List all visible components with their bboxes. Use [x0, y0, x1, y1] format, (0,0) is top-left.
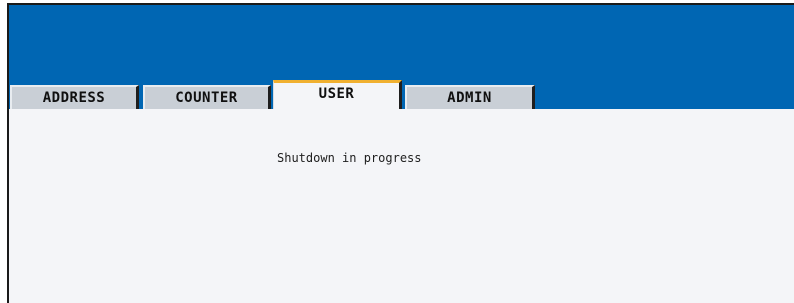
- tab-counter[interactable]: COUNTER: [143, 85, 271, 109]
- tab-admin[interactable]: ADMIN: [405, 85, 535, 109]
- tab-user[interactable]: USER: [273, 80, 402, 110]
- tab-admin-label: ADMIN: [447, 90, 492, 106]
- tab-address-label: ADDRESS: [42, 90, 106, 106]
- tab-user-label: USER: [318, 86, 355, 102]
- tab-address[interactable]: ADDRESS: [10, 85, 139, 109]
- app-frame: ADDRESS COUNTER USER ADMIN Shutdown in p…: [7, 3, 794, 303]
- tab-counter-label: COUNTER: [175, 90, 238, 106]
- main-content: Shutdown in progress: [9, 109, 794, 303]
- status-message: Shutdown in progress: [277, 151, 422, 165]
